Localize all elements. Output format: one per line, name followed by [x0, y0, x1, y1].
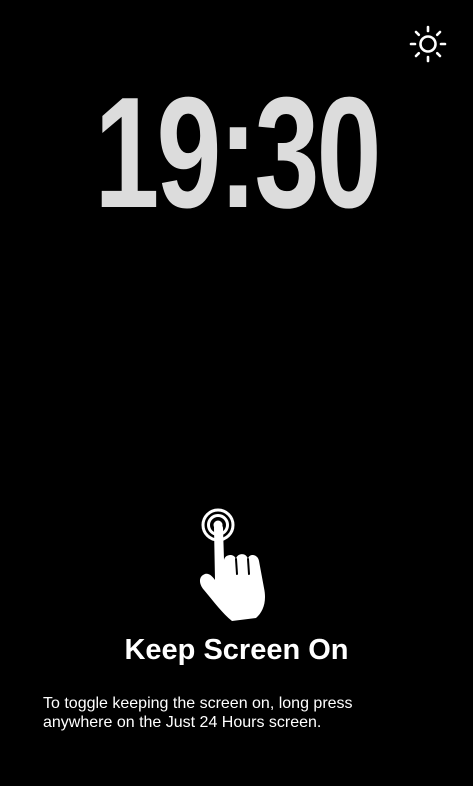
clock-screen[interactable]: 19:30 Keep Screen On To toggle keeping t…: [0, 0, 473, 786]
hint-title: Keep Screen On: [124, 634, 349, 666]
clock-time: 19:30: [94, 65, 381, 241]
brightness-button[interactable]: [408, 24, 448, 64]
brightness-icon: [409, 25, 447, 63]
hint-description: To toggle keeping the screen on, long pr…: [43, 695, 353, 731]
long-press-hand-icon: [199, 508, 266, 621]
